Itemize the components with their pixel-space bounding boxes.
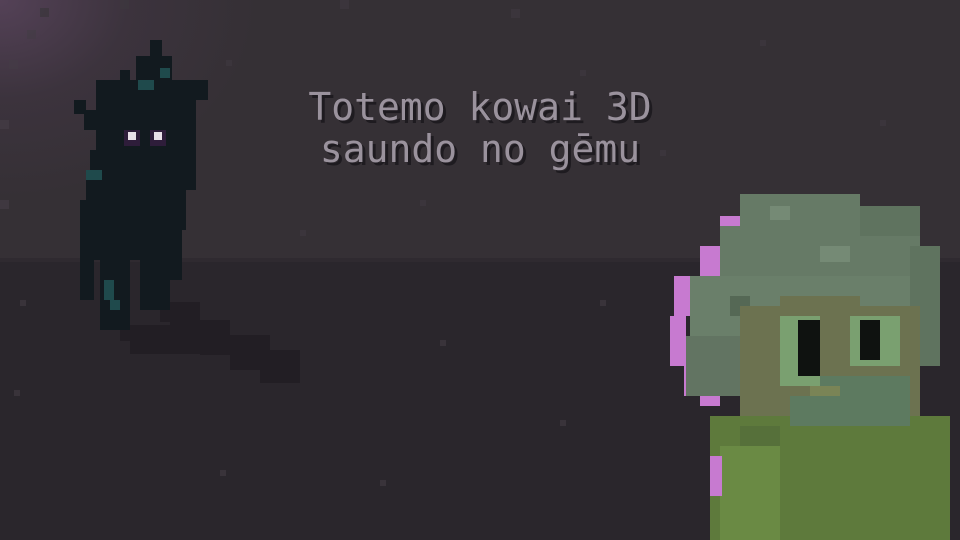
shadow-creature-icon xyxy=(74,40,300,383)
character-shirt xyxy=(710,416,950,540)
game-scene: Totemo kowai 3D saundo no gēmu xyxy=(0,0,960,540)
green-character-icon xyxy=(670,194,950,540)
creature-cast-shadow xyxy=(120,302,300,383)
